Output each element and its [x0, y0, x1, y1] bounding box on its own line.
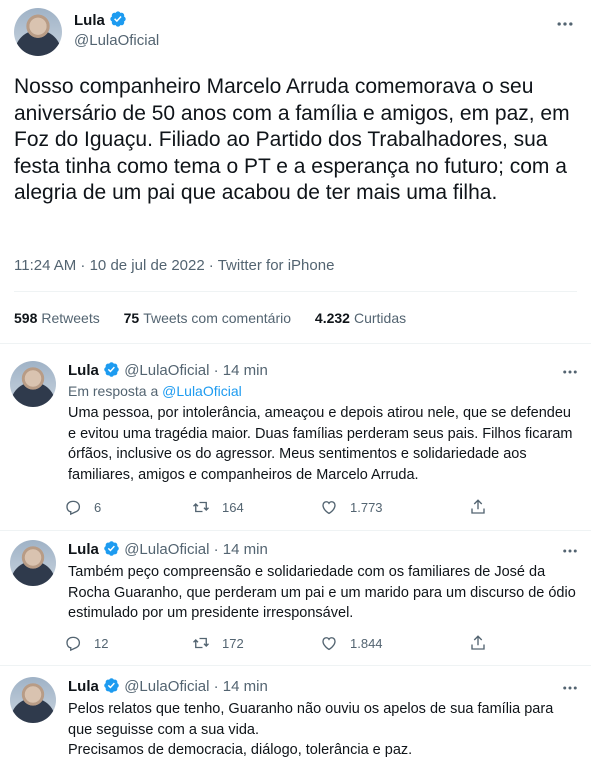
- reply-tweet[interactable]: Lula @LulaOficial · 14 min Pelos relatos…: [0, 677, 591, 770]
- tweet-timestamp[interactable]: · 14 min: [214, 541, 268, 558]
- author-handle[interactable]: @LulaOficial: [124, 362, 209, 379]
- avatar[interactable]: [10, 677, 56, 723]
- author-handle[interactable]: @LulaOficial: [74, 32, 159, 49]
- verified-badge-icon: [104, 678, 119, 693]
- meta-separator: ·: [208, 257, 214, 274]
- share-button[interactable]: [469, 498, 487, 516]
- avatar[interactable]: [10, 361, 56, 407]
- tweet-timestamp[interactable]: 11:24 AM · 10 de jul de 2022: [14, 257, 205, 274]
- likes-label: Curtidas: [353, 310, 407, 326]
- retweet-count: 164: [222, 499, 244, 515]
- reply-to-line: Em resposta a @LulaOficial: [68, 383, 242, 399]
- reply-header: Lula @LulaOficial · 14 min: [68, 677, 268, 695]
- tweet-text: Nosso companheiro Marcelo Arruda comemor…: [14, 75, 570, 204]
- avatar[interactable]: [14, 8, 62, 56]
- main-tweet-header: Lula @LulaOficial: [14, 8, 577, 56]
- author-name-text: Lula: [74, 12, 105, 29]
- like-count: 1.844: [350, 635, 383, 651]
- retweet-count: 172: [222, 635, 244, 651]
- reply-count: 6: [94, 499, 102, 515]
- retweet-button[interactable]: 164: [192, 498, 244, 516]
- author-handle[interactable]: @LulaOficial: [124, 541, 209, 558]
- tweet-meta: 11:24 AM · 10 de jul de 2022 · Twitter for…: [14, 257, 334, 274]
- reply-tweet[interactable]: Lula @LulaOficial · 14 min Em resposta a…: [0, 361, 591, 531]
- author-name[interactable]: Lula: [68, 678, 99, 695]
- like-count: 1.773: [350, 499, 383, 515]
- retweet-button[interactable]: 172: [192, 634, 244, 652]
- verified-badge-icon: [110, 11, 126, 27]
- reply-icon: [66, 500, 81, 516]
- reply-button[interactable]: 6: [64, 498, 101, 516]
- tweet-source[interactable]: Twitter for iPhone: [218, 257, 335, 274]
- tweet-actions: 12 172 1.844: [64, 634, 544, 658]
- reply-button[interactable]: 12: [64, 634, 108, 652]
- like-icon: [322, 637, 336, 651]
- tweet-timestamp[interactable]: · 14 min: [214, 362, 268, 379]
- like-icon: [322, 501, 336, 515]
- share-icon: [471, 635, 485, 650]
- tweet-text-paragraph: Precisamos de democracia, diálogo, toler…: [68, 742, 413, 758]
- author-name[interactable]: Lula: [68, 541, 99, 558]
- more-icon[interactable]: [561, 363, 579, 381]
- author-name[interactable]: Lula: [74, 10, 127, 29]
- tweet-text: Pelos relatos que tenho, Guaranho não ou…: [68, 701, 554, 738]
- tweet-text: Uma pessoa, por intolerância, ameaçou e …: [68, 405, 573, 483]
- tweet-stats: 598 Retweets 75 Tweets com comentário 4.23…: [14, 310, 426, 326]
- tweet-timestamp[interactable]: · 14 min: [214, 678, 268, 695]
- likes-count: 4.232: [314, 310, 350, 326]
- reply-count: 12: [94, 635, 109, 651]
- like-button[interactable]: 1.773: [320, 498, 383, 516]
- retweet-icon: [193, 501, 209, 513]
- quotes-count: 75: [123, 310, 140, 326]
- retweets-label: Retweets: [41, 310, 100, 326]
- retweets-stat[interactable]: 598 Retweets: [14, 310, 100, 326]
- divider: [0, 665, 591, 666]
- reply-to-prefix: Em resposta a: [68, 383, 159, 399]
- retweet-icon: [193, 637, 209, 649]
- divider: [0, 530, 591, 531]
- reply-tweet[interactable]: Lula @LulaOficial · 14 min Também peço c…: [0, 540, 591, 660]
- more-icon[interactable]: [555, 14, 575, 34]
- reply-icon: [66, 636, 81, 652]
- verified-badge-icon: [104, 362, 119, 377]
- more-icon[interactable]: [561, 679, 579, 697]
- divider: [0, 343, 591, 344]
- share-button[interactable]: [469, 634, 487, 652]
- like-button[interactable]: 1.844: [320, 634, 383, 652]
- author-handle[interactable]: @LulaOficial: [124, 678, 209, 695]
- verified-badge-icon: [104, 541, 119, 556]
- divider: [14, 291, 577, 292]
- reply-header: Lula @LulaOficial · 14 min: [68, 540, 268, 558]
- tweet-actions: 6 164 1.773: [64, 498, 544, 522]
- more-icon[interactable]: [561, 542, 579, 560]
- quotes-label: Tweets com comentário: [143, 310, 292, 326]
- likes-stat[interactable]: 4.232 Curtidas: [315, 310, 406, 326]
- reply-to-link[interactable]: @LulaOficial: [162, 383, 242, 399]
- quotes-stat[interactable]: 75 Tweets com comentário: [124, 310, 291, 326]
- share-icon: [471, 499, 485, 514]
- tweet-text: Também peço compreensão e solidariedade …: [68, 564, 576, 621]
- reply-header: Lula @LulaOficial · 14 min: [68, 361, 268, 379]
- author-name[interactable]: Lula: [68, 362, 99, 379]
- avatar[interactable]: [10, 540, 56, 586]
- retweets-count: 598: [14, 310, 38, 326]
